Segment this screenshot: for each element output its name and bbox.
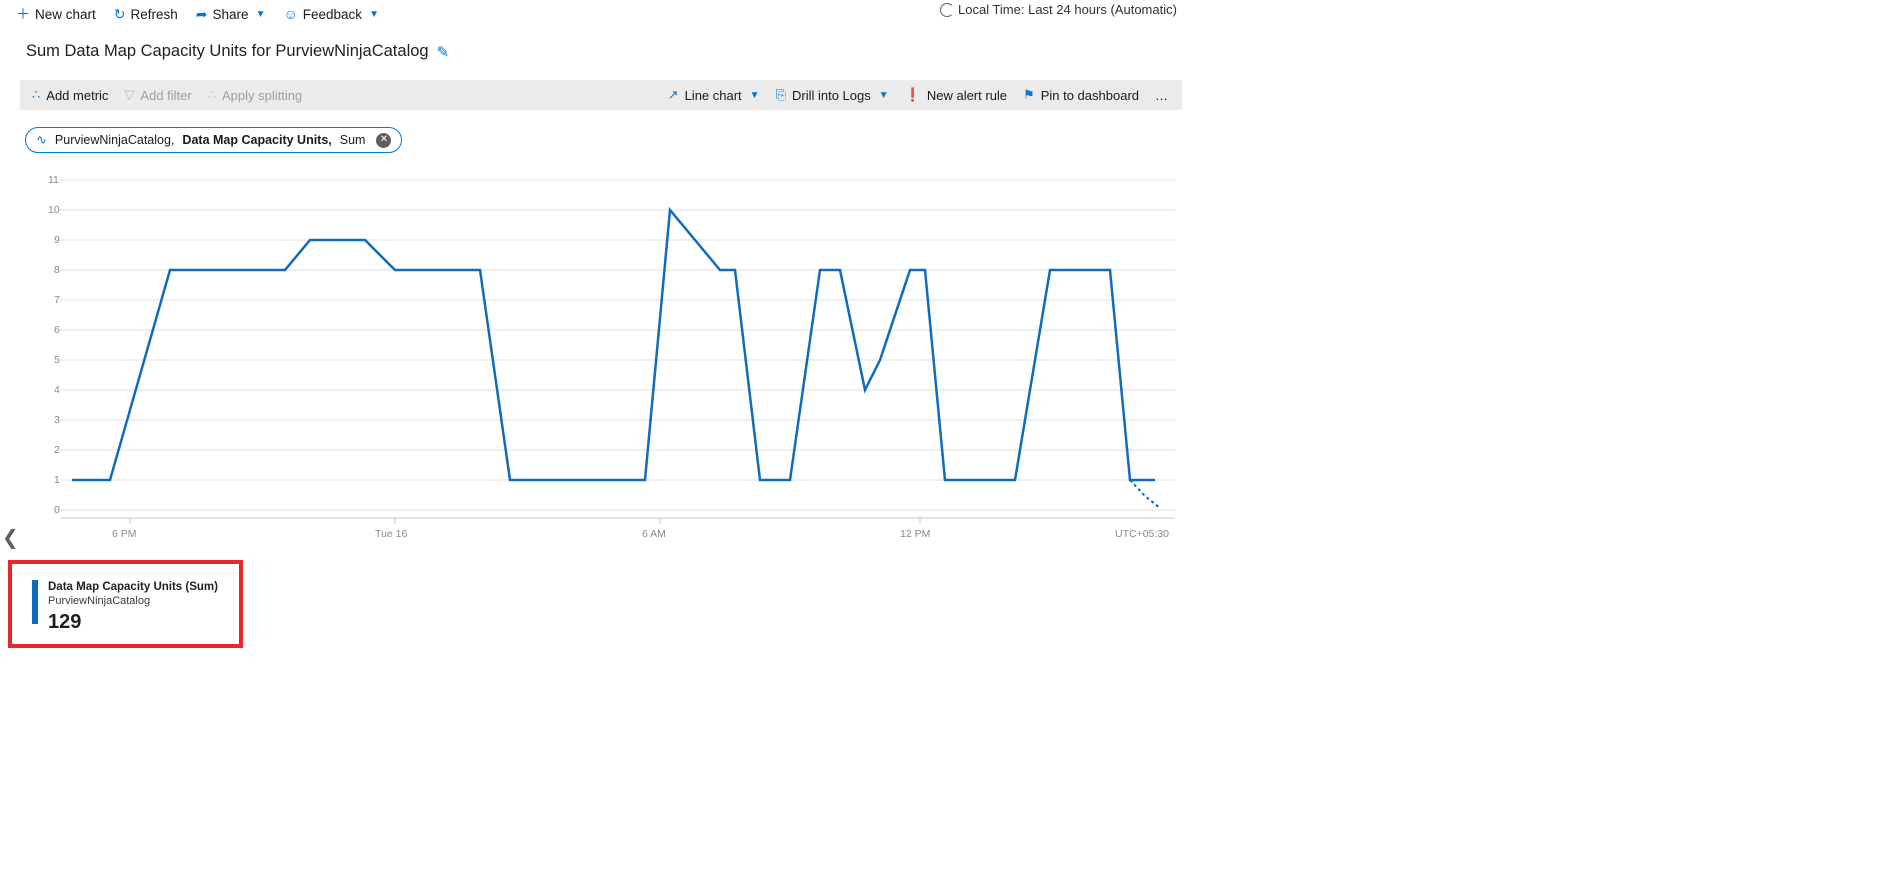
metric-chip[interactable]: ∿ PurviewNinjaCatalog, Data Map Capacity… [25, 127, 403, 153]
add-filter-label: Add filter [140, 87, 192, 103]
feedback-icon: ☺ [283, 6, 298, 22]
left-chart-plot[interactable]: 11 10 9 8 7 6 5 4 3 2 1 0 6 PM Tue 16 6 … [20, 174, 1180, 553]
drill-into-logs-label: Drill into Logs [791, 87, 871, 103]
pin-to-dashboard-button[interactable]: ⚑ Pin to dashboard [1023, 87, 1139, 103]
new-chart-label: New chart [35, 6, 96, 22]
y-tick-11: 11 [48, 174, 59, 186]
chevron-down-icon: ▼ [878, 89, 889, 101]
y-tick-1: 1 [54, 474, 60, 486]
apply-splitting-label: Apply splitting [222, 87, 303, 103]
feedback-label: Feedback [302, 6, 363, 22]
right-panel: Sum Data Map Capacity Units for PurviewN… [1205, 0, 1892, 874]
y-tick-2: 2 [54, 444, 60, 456]
add-filter-icon: ▽ [124, 87, 135, 102]
x-tick-6pm: 6 PM [112, 528, 137, 540]
y-tick-5: 5 [54, 354, 60, 366]
left-series-line [72, 206, 1155, 482]
chart-type-label: Line chart [684, 87, 742, 103]
sparkline-icon: ∿ [36, 132, 47, 147]
alert-icon: ❗ [904, 87, 921, 102]
y-tick-4: 4 [54, 384, 60, 396]
collapse-left-icon[interactable]: ❮ [2, 525, 19, 549]
more-icon: … [1155, 87, 1168, 103]
y-tick-8: 8 [54, 264, 60, 276]
left-panel: ＋ New chart ↻ Refresh ➦ Share ▼ ☺ Feedba… [0, 0, 1205, 874]
legend-resource-name: PurviewNinjaCatalog [48, 595, 151, 608]
new-alert-rule-button[interactable]: ❗ New alert rule [905, 87, 1007, 103]
new-chart-button[interactable]: ＋ New chart [16, 7, 96, 22]
gridlines [60, 179, 1175, 511]
x-tick-tue16: Tue 16 [375, 528, 408, 540]
feedback-button[interactable]: ☺ Feedback ▼ [283, 7, 379, 22]
y-tick-7: 7 [54, 294, 60, 306]
share-label: Share [212, 6, 249, 22]
add-metric-icon: ∴ [32, 87, 41, 102]
add-metric-label: Add metric [46, 87, 109, 103]
x-tick-6am: 6 AM [642, 528, 666, 540]
chevron-down-icon: ▼ [369, 8, 379, 20]
y-tick-3: 3 [54, 414, 60, 426]
chip-aggregation: Sum [339, 133, 366, 147]
time-range-picker[interactable]: Local Time: Last 24 hours (Automatic) [940, 2, 1177, 17]
metric-toolbar: ∴ Add metric ▽ Add filter ∴ Apply splitt… [20, 80, 1182, 110]
chevron-down-icon: ▼ [749, 89, 760, 101]
y-tick-9: 9 [54, 234, 60, 246]
drill-logs-icon: ⎘ [775, 87, 786, 102]
share-button[interactable]: ➦ Share ▼ [196, 7, 266, 22]
left-chart-svg [60, 179, 1175, 524]
chart-title-text: Sum Data Map Capacity Units for PurviewN… [26, 42, 429, 60]
refresh-button[interactable]: ↻ Refresh [114, 7, 178, 22]
add-filter-button[interactable]: ▽ Add filter [124, 87, 191, 103]
plus-icon: ＋ [16, 6, 30, 22]
refresh-icon: ↻ [113, 6, 126, 22]
y-tick-10: 10 [48, 204, 60, 216]
apply-splitting-button[interactable]: ∴ Apply splitting [208, 87, 303, 103]
pin-icon: ⚑ [1023, 87, 1035, 102]
y-tick-0: 0 [54, 504, 60, 516]
page-title: Sum Data Map Capacity Units for PurviewN… [26, 42, 449, 61]
line-chart-icon: ↗ [667, 87, 679, 102]
chart-type-button[interactable]: ↗ Line chart ▼ [668, 87, 760, 103]
close-icon[interactable]: ✕ [376, 132, 392, 148]
clock-icon [940, 2, 954, 17]
left-chart-legend: Data Map Capacity Units (Sum) PurviewNin… [8, 560, 243, 648]
new-alert-rule-label: New alert rule [926, 87, 1008, 103]
add-metric-button[interactable]: ∴ Add metric [32, 87, 108, 103]
apply-splitting-icon: ∴ [207, 87, 217, 102]
share-icon: ➦ [195, 6, 208, 22]
left-series-dashed-tail [1129, 479, 1161, 509]
y-tick-6: 6 [54, 324, 60, 336]
pencil-icon[interactable]: ✎ [437, 43, 450, 61]
more-options-button[interactable]: … [1155, 88, 1182, 103]
x-axis-timezone-label: UTC+05:30 [1115, 528, 1169, 540]
legend-metric-name: Data Map Capacity Units (Sum) [48, 581, 218, 593]
chip-metric: Data Map Capacity Units, [182, 133, 332, 147]
refresh-label: Refresh [130, 6, 178, 22]
legend-color-swatch [32, 580, 38, 624]
pin-to-dashboard-label: Pin to dashboard [1040, 87, 1139, 103]
time-range-label: Local Time: Last 24 hours (Automatic) [958, 2, 1177, 17]
chip-resource: PurviewNinjaCatalog, [54, 133, 175, 147]
drill-into-logs-button[interactable]: ⎘ Drill into Logs ▼ [776, 87, 889, 103]
chevron-down-icon: ▼ [255, 8, 266, 20]
x-tick-12pm: 12 PM [900, 528, 931, 540]
legend-value: 129 [48, 610, 82, 633]
x-axis-ticks [129, 518, 921, 524]
